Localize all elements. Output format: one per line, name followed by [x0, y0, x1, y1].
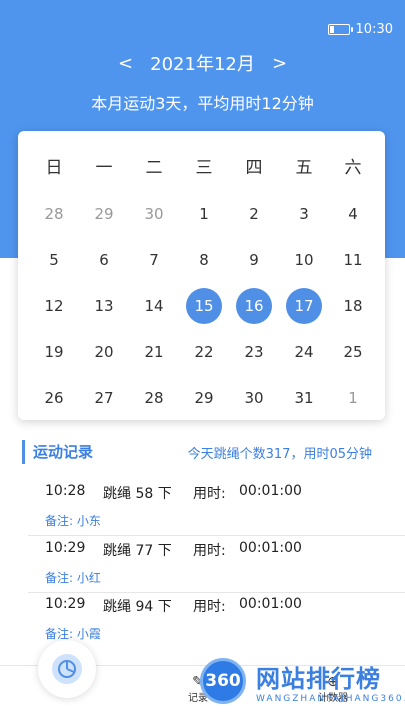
- month-title: 2021年12月: [150, 54, 255, 75]
- calendar-day[interactable]: 31: [286, 380, 322, 416]
- calendar-day[interactable]: 24: [286, 334, 322, 370]
- calendar-day[interactable]: 29: [186, 380, 222, 416]
- calendar-day[interactable]: 2: [236, 196, 272, 232]
- watermark-logo: 360: [200, 658, 246, 704]
- record-activity: 跳绳 77 下: [103, 543, 172, 559]
- calendar-day[interactable]: 7: [136, 242, 172, 278]
- status-time: 10:30: [355, 22, 393, 37]
- calendar-day[interactable]: 13: [86, 288, 122, 324]
- pie-chart-icon: [52, 654, 82, 684]
- calendar-day[interactable]: 6: [86, 242, 122, 278]
- weekday-sun: 日: [45, 158, 63, 178]
- calendar-day[interactable]: 30: [236, 380, 272, 416]
- calendar-day[interactable]: 28: [136, 380, 172, 416]
- calendar-day[interactable]: 12: [36, 288, 72, 324]
- calendar-day[interactable]: 22: [186, 334, 222, 370]
- record-time: 10:28: [45, 483, 86, 499]
- weekday-thu: 四: [245, 158, 263, 178]
- record-duration-label: 用时:: [193, 599, 226, 615]
- weekday-tue: 二: [145, 158, 163, 178]
- calendar-card: 日 一 二 三 四 五 六 28 29 30 1 2 3 4 5 6 7 8 9…: [18, 131, 385, 420]
- calendar-day[interactable]: 18: [335, 288, 371, 324]
- calendar-day[interactable]: 23: [236, 334, 272, 370]
- calendar-day[interactable]: 20: [86, 334, 122, 370]
- calendar-day[interactable]: 10: [286, 242, 322, 278]
- weekday-fri: 五: [295, 158, 313, 178]
- calendar-day[interactable]: 1: [335, 380, 371, 416]
- status-bar: 10:30: [327, 22, 393, 37]
- record-note: 备注: 小霞: [45, 627, 101, 641]
- weekday-sat: 六: [344, 158, 362, 178]
- record-duration: 00:01:00: [239, 540, 302, 556]
- watermark-url: WANGZHANPAIHANG360.CN: [256, 693, 405, 704]
- calendar-day[interactable]: 1: [186, 196, 222, 232]
- calendar-day[interactable]: 9: [236, 242, 272, 278]
- calendar-day[interactable]: 30: [136, 196, 172, 232]
- calendar-day[interactable]: 28: [36, 196, 72, 232]
- records-title: 运动记录: [22, 440, 93, 464]
- watermark-title: 网站排行榜: [256, 664, 381, 693]
- record-activity: 跳绳 94 下: [103, 599, 172, 615]
- record-time: 10:29: [45, 540, 86, 556]
- today-stats: 今天跳绳个数317，用时05分钟: [187, 446, 372, 462]
- weekday-mon: 一: [95, 158, 113, 178]
- calendar-day[interactable]: 19: [36, 334, 72, 370]
- calendar-day[interactable]: 5: [36, 242, 72, 278]
- record-activity: 跳绳 58 下: [103, 486, 172, 502]
- prev-month-button[interactable]: <: [104, 53, 148, 74]
- record-note: 备注: 小东: [45, 514, 101, 528]
- calendar-day[interactable]: 26: [36, 380, 72, 416]
- record-duration-label: 用时:: [193, 543, 226, 559]
- record-duration: 00:01:00: [239, 483, 302, 499]
- divider: [28, 535, 405, 536]
- calendar-day[interactable]: 3: [286, 196, 322, 232]
- weekday-wed: 三: [195, 158, 213, 178]
- record-duration: 00:01:00: [239, 596, 302, 612]
- calendar-day-active[interactable]: 17: [286, 288, 322, 324]
- calendar-day[interactable]: 4: [335, 196, 371, 232]
- battery-icon: [327, 24, 353, 35]
- record-duration-label: 用时:: [193, 486, 226, 502]
- month-navigator: < 2021年12月 >: [0, 50, 405, 76]
- calendar-day[interactable]: 27: [86, 380, 122, 416]
- stats-fab-button[interactable]: [38, 640, 96, 698]
- calendar-day-active[interactable]: 15: [186, 288, 222, 324]
- calendar-day[interactable]: 11: [335, 242, 371, 278]
- month-summary: 本月运动3天，平均用时12分钟: [91, 94, 314, 113]
- divider: [28, 592, 405, 593]
- calendar-day[interactable]: 14: [136, 288, 172, 324]
- calendar-day[interactable]: 8: [186, 242, 222, 278]
- calendar-day[interactable]: 25: [335, 334, 371, 370]
- record-note: 备注: 小红: [45, 571, 101, 585]
- records-header: 运动记录 今天跳绳个数317，用时05分钟: [22, 440, 382, 464]
- record-time: 10:29: [45, 596, 86, 612]
- watermark: 360 网站排行榜 WANGZHANPAIHANG360.CN: [200, 658, 405, 704]
- next-month-button[interactable]: >: [258, 53, 302, 74]
- calendar-day-active[interactable]: 16: [236, 288, 272, 324]
- calendar-day[interactable]: 21: [136, 334, 172, 370]
- calendar-day[interactable]: 29: [86, 196, 122, 232]
